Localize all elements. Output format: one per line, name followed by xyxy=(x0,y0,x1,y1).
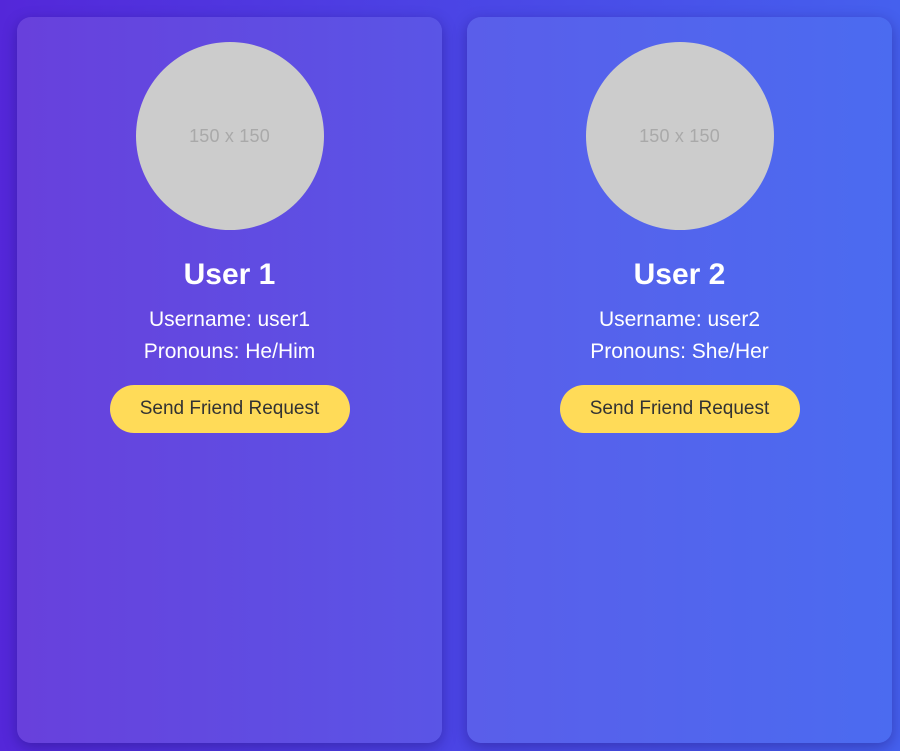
user-display-name: User 1 xyxy=(183,258,276,291)
user-card: 150 x 150 User 1 Username: user1 Pronoun… xyxy=(17,17,442,743)
avatar-placeholder-label: 150 x 150 xyxy=(639,125,720,146)
username-text: Username: user2 xyxy=(598,308,761,331)
avatar-placeholder-label: 150 x 150 xyxy=(189,125,270,146)
send-friend-request-button[interactable]: Send Friend Request xyxy=(559,385,800,433)
user-cards-container: 150 x 150 User 1 Username: user1 Pronoun… xyxy=(17,17,892,743)
avatar: 150 x 150 xyxy=(135,42,324,230)
username-text: Username: user1 xyxy=(148,308,311,331)
user-card: 150 x 150 User 2 Username: user2 Pronoun… xyxy=(467,17,892,743)
pronouns-text: Pronouns: She/Her xyxy=(590,340,769,363)
avatar: 150 x 150 xyxy=(585,42,774,230)
user-display-name: User 2 xyxy=(633,258,726,291)
send-friend-request-button[interactable]: Send Friend Request xyxy=(109,385,350,433)
pronouns-text: Pronouns: He/Him xyxy=(143,340,316,363)
